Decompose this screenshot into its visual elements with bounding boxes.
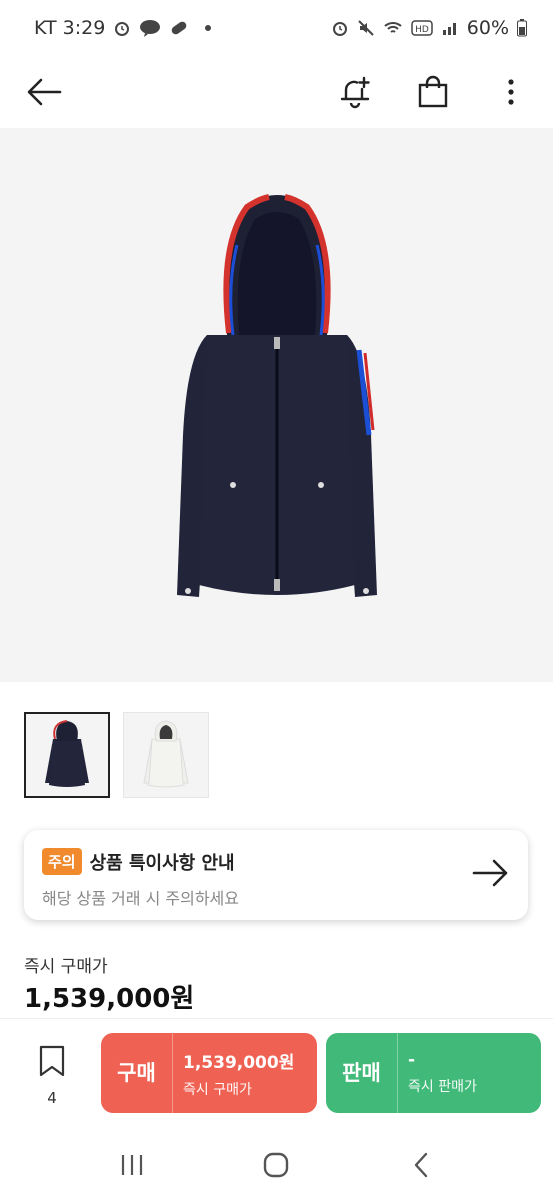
sell-button[interactable]: 판매 - 즉시 판매가 [326, 1033, 541, 1113]
thumbnail-strip [24, 712, 209, 798]
battery-percent: 60% [466, 17, 509, 39]
status-right: HD 60% [331, 17, 527, 39]
notice-header: 주의 상품 특이사항 안내 [42, 848, 510, 875]
notice-card[interactable]: 주의 상품 특이사항 안내 해당 상품 거래 시 주의하세요 [24, 830, 528, 920]
white-jacket-thumbnail[interactable] [123, 712, 209, 798]
status-bar: KT 3:29 HD 60% [0, 0, 553, 56]
navy-jacket-thumbnail[interactable] [24, 712, 110, 798]
wishlist-count: 4 [47, 1089, 57, 1107]
app-bar [0, 56, 553, 128]
back-arrow-icon[interactable] [24, 72, 64, 112]
instant-buy-price: 1,539,000원 [24, 984, 195, 1014]
product-image[interactable] [0, 128, 553, 682]
notice-subtitle: 해당 상품 거래 시 주의하세요 [42, 889, 239, 908]
status-left: KT 3:29 [34, 17, 212, 39]
wifi-icon [383, 19, 403, 37]
kakaotalk-icon [139, 19, 161, 37]
app-bar-actions [335, 72, 531, 112]
bell-add-icon[interactable] [335, 72, 375, 112]
wishlist-button[interactable]: 4 [30, 1045, 74, 1107]
bookmark-icon [38, 1045, 66, 1081]
buy-caption: 즉시 구매가 [183, 1081, 252, 1098]
alarm-icon [113, 19, 131, 37]
sell-caption: 즉시 판매가 [408, 1079, 477, 1095]
more-vert-icon[interactable] [491, 72, 531, 112]
sell-label: 판매 [326, 1033, 398, 1113]
instant-buy-price-label: 즉시 구매가 [24, 957, 108, 977]
navy-hooded-jacket-icon [176, 194, 377, 597]
svg-text:HD: HD [415, 25, 429, 35]
back-icon[interactable] [401, 1145, 441, 1185]
system-nav-bar [0, 1130, 553, 1200]
battery-icon [517, 19, 527, 37]
shopping-bag-icon[interactable] [413, 72, 453, 112]
arrow-right-icon[interactable] [472, 858, 510, 892]
home-icon[interactable] [256, 1145, 296, 1185]
recent-apps-icon[interactable] [112, 1145, 152, 1185]
notice-title: 상품 특이사항 안내 [89, 852, 235, 874]
buy-label: 구매 [101, 1033, 173, 1113]
buy-price: 1,539,000원 [183, 1052, 295, 1073]
hd-icon: HD [411, 20, 433, 36]
buy-info: 1,539,000원 즉시 구매가 [173, 1048, 294, 1099]
bottom-action-bar: 4 구매 1,539,000원 즉시 구매가 판매 - 즉시 판매가 [0, 1018, 553, 1130]
caution-badge: 주의 [42, 848, 82, 875]
mute-icon [357, 19, 375, 37]
sell-info: - 즉시 판매가 [398, 1050, 477, 1096]
buy-button[interactable]: 구매 1,539,000원 즉시 구매가 [101, 1033, 317, 1113]
alarm-icon [331, 19, 349, 37]
signal-icon [441, 19, 459, 37]
pill-icon [169, 19, 189, 37]
sell-price: - [408, 1050, 416, 1070]
notification-dot-icon [205, 25, 212, 31]
carrier-time: KT 3:29 [34, 17, 106, 39]
